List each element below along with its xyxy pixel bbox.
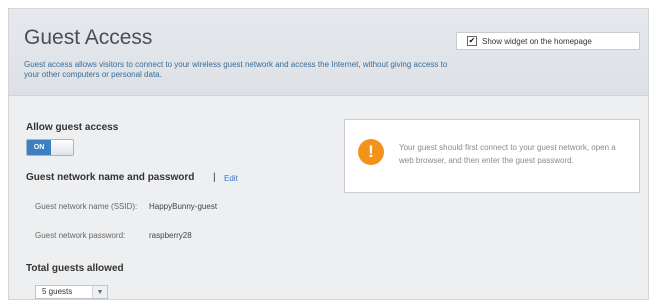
show-widget-checkbox[interactable]: ✔ Show widget on the homepage <box>456 32 640 50</box>
info-box: ! Your guest should first connect to you… <box>344 119 640 193</box>
settings-body: Allow guest access ON Guest network name… <box>9 96 648 299</box>
edit-link[interactable]: Edit <box>224 174 238 183</box>
page-title: Guest Access <box>24 26 153 49</box>
toggle-knob[interactable] <box>51 140 73 155</box>
ssid-label: Guest network name (SSID): <box>35 202 138 211</box>
allow-guest-access-label: Allow guest access <box>26 122 119 133</box>
page-description: Guest access allows visitors to connect … <box>24 60 448 79</box>
toggle-on-label: ON <box>27 140 51 155</box>
chevron-down-icon[interactable]: ▼ <box>92 286 107 298</box>
page-header: Guest Access Guest access allows visitor… <box>9 9 648 96</box>
show-widget-label: Show widget on the homepage <box>482 36 592 46</box>
info-message: Your guest should first connect to your … <box>399 143 616 165</box>
guest-access-toggle[interactable]: ON <box>26 139 74 156</box>
ssid-value: HappyBunny-guest <box>149 202 218 211</box>
edit-separator: | <box>213 172 216 183</box>
total-guests-value: 5 guests <box>42 287 73 296</box>
password-value: raspberry28 <box>149 231 192 240</box>
password-label: Guest network password: <box>35 231 126 240</box>
network-heading: Guest network name and password <box>26 172 195 183</box>
total-guests-select[interactable]: 5 guests ▼ <box>35 285 108 299</box>
warning-icon: ! <box>358 139 384 165</box>
guest-access-panel: Guest Access Guest access allows visitor… <box>8 8 649 300</box>
checkbox-checked-icon[interactable]: ✔ <box>467 36 477 46</box>
total-guests-label: Total guests allowed <box>26 263 124 274</box>
